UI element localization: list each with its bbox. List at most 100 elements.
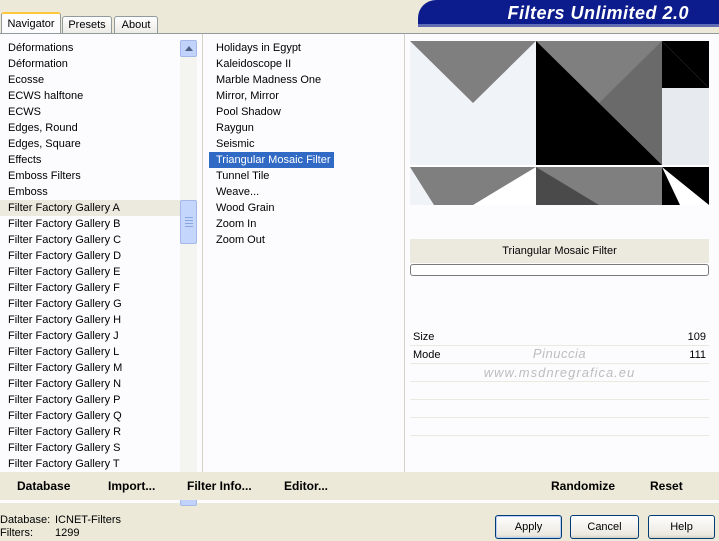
category-item[interactable]: Filter Factory Gallery E: [0, 264, 180, 280]
scroll-thumb[interactable]: [180, 200, 197, 244]
control-empty: [410, 400, 709, 418]
filter-row: Seismic: [209, 136, 399, 152]
column-divider: [202, 34, 203, 473]
category-item[interactable]: Filter Factory Gallery T: [0, 456, 180, 472]
filter-row: Weave...: [209, 184, 399, 200]
filter-row: Pool Shadow: [209, 104, 399, 120]
category-item[interactable]: Filter Factory Gallery R: [0, 424, 180, 440]
status-value: ICNET-Filters: [55, 514, 121, 526]
filter-item[interactable]: Weave...: [209, 184, 262, 200]
category-item[interactable]: Filter Factory Gallery G: [0, 296, 180, 312]
bottom-toolbar: Database Import... Filter Info... Editor…: [0, 472, 719, 500]
filter-row: Wood Grain: [209, 200, 399, 216]
import-button[interactable]: Import...: [108, 479, 155, 493]
status-value: 1299: [55, 527, 80, 539]
help-button[interactable]: Help: [648, 515, 715, 539]
category-item[interactable]: ECWS halftone: [0, 88, 180, 104]
filter-item[interactable]: Seismic: [209, 136, 258, 152]
filter-item[interactable]: Holidays in Egypt: [209, 40, 304, 56]
filter-row: Zoom Out: [209, 232, 399, 248]
chevron-up-icon: [184, 46, 193, 51]
category-item[interactable]: Emboss: [0, 184, 180, 200]
watermark-line: www.msdnregrafica.eu: [483, 365, 636, 380]
category-item[interactable]: Effects: [0, 152, 180, 168]
category-item[interactable]: ECWS: [0, 104, 180, 120]
status-filters: Filters: 1299: [0, 527, 121, 540]
filter-row: Marble Madness One: [209, 72, 399, 88]
filter-item[interactable]: Zoom Out: [209, 232, 268, 248]
filter-preview: [410, 41, 709, 205]
status-database: Database: ICNET-Filters: [0, 514, 121, 527]
category-item[interactable]: Edges, Square: [0, 136, 180, 152]
filter-row: Mirror, Mirror: [209, 88, 399, 104]
category-item[interactable]: Filter Factory Gallery P: [0, 392, 180, 408]
filter-item[interactable]: Marble Madness One: [209, 72, 324, 88]
tab-about[interactable]: About: [114, 16, 158, 33]
filter-row: Tunnel Tile: [209, 168, 399, 184]
category-item[interactable]: Déformations: [0, 40, 180, 56]
filter-controls: Size 109 Mode 111 Pinuccia www.msdnregra…: [410, 278, 709, 438]
filter-row: Zoom In: [209, 216, 399, 232]
category-scrollbar[interactable]: [180, 40, 197, 506]
filter-item[interactable]: Zoom In: [209, 216, 259, 232]
control-label: Size: [413, 331, 435, 343]
control-value: 109: [687, 331, 706, 343]
category-item[interactable]: Filter Factory Gallery B: [0, 216, 180, 232]
category-item[interactable]: Filter Factory Gallery N: [0, 376, 180, 392]
category-item[interactable]: Filter Factory Gallery C: [0, 232, 180, 248]
grip-line: [185, 226, 193, 227]
status-label: Filters:: [0, 527, 33, 539]
filter-row: Holidays in Egypt: [209, 40, 399, 56]
filter-item[interactable]: Mirror, Mirror: [209, 88, 282, 104]
category-item[interactable]: Filter Factory Gallery D: [0, 248, 180, 264]
filter-item[interactable]: Raygun: [209, 120, 257, 136]
filter-row: Kaleidoscope II: [209, 56, 399, 72]
category-item[interactable]: Ecosse: [0, 72, 180, 88]
filter-row: Raygun: [209, 120, 399, 136]
tab-presets[interactable]: Presets: [62, 16, 112, 33]
filter-item[interactable]: Tunnel Tile: [209, 168, 272, 184]
filter-item[interactable]: Wood Grain: [209, 200, 278, 216]
current-filter-title: Triangular Mosaic Filter: [410, 239, 709, 263]
category-item[interactable]: Filter Factory Gallery F: [0, 280, 180, 296]
reset-button[interactable]: Reset: [650, 479, 683, 493]
category-list[interactable]: Déformations Déformation Ecosse ECWS halfto…: [0, 40, 180, 506]
status-info: Database: ICNET-Filters Filters: 1299: [0, 514, 121, 540]
control-empty: [410, 418, 709, 436]
banner-title: Filters Unlimited 2.0: [507, 3, 689, 23]
category-item[interactable]: Filter Factory Gallery M: [0, 360, 180, 376]
apply-button[interactable]: Apply: [495, 515, 562, 539]
control-empty: [410, 382, 709, 400]
filter-list[interactable]: Holidays in Egypt Kaleidoscope II Marble M…: [209, 40, 399, 506]
watermark-line: Pinuccia: [532, 346, 587, 361]
filter-info-button[interactable]: Filter Info...: [187, 479, 252, 493]
progress-bar: [410, 264, 709, 276]
category-item[interactable]: Filter Factory Gallery S: [0, 440, 180, 456]
grip-line: [185, 223, 193, 224]
cancel-button[interactable]: Cancel: [570, 515, 639, 539]
filter-item[interactable]: Triangular Mosaic Filter: [209, 152, 334, 168]
preview-image: [410, 41, 709, 205]
category-item[interactable]: Filter Factory Gallery J: [0, 328, 180, 344]
category-item[interactable]: Edges, Round: [0, 120, 180, 136]
scroll-up-button[interactable]: [180, 40, 197, 57]
product-banner: Filters Unlimited 2.0: [418, 0, 719, 27]
database-button[interactable]: Database: [17, 479, 70, 493]
randomize-button[interactable]: Randomize: [551, 479, 615, 493]
control-size[interactable]: Size 109: [410, 328, 709, 346]
watermark: Pinuccia www.msdnregrafica.eu: [410, 346, 709, 380]
tab-navigator[interactable]: Navigator: [1, 12, 61, 33]
category-item[interactable]: Filter Factory Gallery A: [0, 200, 180, 216]
category-item[interactable]: Déformation: [0, 56, 180, 72]
category-item[interactable]: Emboss Filters: [0, 168, 180, 184]
grip-line: [185, 220, 193, 221]
category-item[interactable]: Filter Factory Gallery Q: [0, 408, 180, 424]
filter-item[interactable]: Kaleidoscope II: [209, 56, 294, 72]
grip-line: [185, 217, 193, 218]
filter-item[interactable]: Pool Shadow: [209, 104, 284, 120]
status-label: Database:: [0, 514, 51, 526]
control-empty: [410, 436, 709, 454]
editor-button[interactable]: Editor...: [284, 479, 328, 493]
category-item[interactable]: Filter Factory Gallery H: [0, 312, 180, 328]
category-item[interactable]: Filter Factory Gallery L: [0, 344, 180, 360]
